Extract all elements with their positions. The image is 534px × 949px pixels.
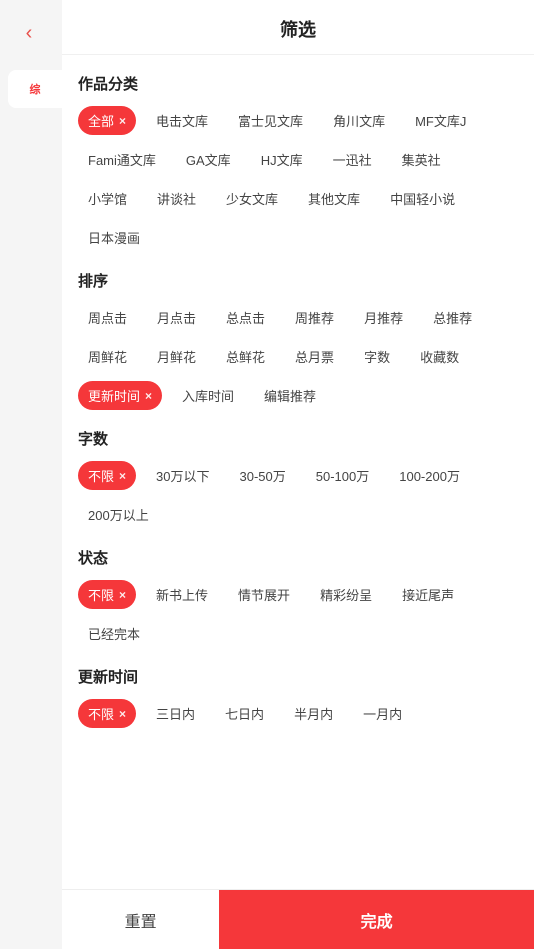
status-section: 状态 不限 × 新书上传 情节展开 精彩纷呈 接近尾声 已经完本: [78, 547, 518, 648]
tag-jiantan[interactable]: 讲谈社: [147, 184, 206, 213]
sort-wordcount[interactable]: 字数: [354, 342, 400, 371]
sort-week-flower[interactable]: 周鲜花: [78, 342, 137, 371]
done-button[interactable]: 完成: [219, 890, 534, 949]
wordcount-section: 字数 不限 × 30万以下 30-50万 50-100万 100-200万 20…: [78, 428, 518, 529]
sidebar-pill-label: 综: [30, 81, 41, 97]
sort-tags: 周点击 月点击 总点击 周推荐 月推荐 总推荐 周鲜花 月鲜花 总鲜花 总月票 …: [78, 303, 518, 410]
wc-30w[interactable]: 30万以下: [146, 461, 219, 490]
tag-kadokawa[interactable]: 角川文库: [323, 106, 395, 135]
status-title: 状态: [78, 547, 518, 568]
tag-hj[interactable]: HJ文库: [251, 145, 313, 174]
wc-200up[interactable]: 200万以上: [78, 500, 159, 529]
tag-qita[interactable]: 其他文库: [298, 184, 370, 213]
sidebar-pill[interactable]: 综: [8, 70, 62, 108]
wc-30-50[interactable]: 30-50万: [230, 461, 296, 490]
tag-jiying[interactable]: 集英社: [392, 145, 451, 174]
sort-total-flower[interactable]: 总鲜花: [216, 342, 275, 371]
back-button[interactable]: ‹: [14, 18, 44, 48]
sort-collect[interactable]: 收藏数: [410, 342, 469, 371]
wc-100-200[interactable]: 100-200万: [389, 461, 470, 490]
sort-update-time[interactable]: 更新时间 ×: [78, 381, 162, 410]
tag-manhua[interactable]: 日本漫画: [78, 223, 150, 252]
sort-month-recommend[interactable]: 月推荐: [354, 303, 413, 332]
sort-week-click[interactable]: 周点击: [78, 303, 137, 332]
tag-shaonv[interactable]: 少女文库: [216, 184, 288, 213]
sort-total-ticket[interactable]: 总月票: [285, 342, 344, 371]
sidebar: 综: [0, 0, 62, 949]
wc-unlimited[interactable]: 不限 ×: [78, 461, 136, 490]
tag-all[interactable]: 全部 ×: [78, 106, 136, 135]
status-exciting[interactable]: 精彩纷呈: [310, 580, 382, 609]
tag-zhongguo[interactable]: 中国轻小说: [380, 184, 465, 213]
main-panel: 筛选 作品分类 全部 × 电击文库 富士见文库 角川文库 MF文库J Fami通…: [62, 0, 534, 949]
wc-50-100[interactable]: 50-100万: [306, 461, 379, 490]
ut-unlimited[interactable]: 不限 ×: [78, 699, 136, 728]
tag-yixun[interactable]: 一迅社: [323, 145, 382, 174]
sort-total-click[interactable]: 总点击: [216, 303, 275, 332]
sort-section: 排序 周点击 月点击 总点击 周推荐 月推荐 总推荐 周鲜花 月鲜花 总鲜花 总…: [78, 270, 518, 410]
tag-fujimi[interactable]: 富士见文库: [228, 106, 313, 135]
ut-7days[interactable]: 七日内: [215, 699, 274, 728]
tag-mf[interactable]: MF文库J: [405, 106, 476, 135]
wordcount-tags: 不限 × 30万以下 30-50万 50-100万 100-200万 200万以…: [78, 461, 518, 529]
tag-ga[interactable]: GA文库: [176, 145, 241, 174]
reset-button[interactable]: 重置: [62, 890, 219, 949]
category-section: 作品分类 全部 × 电击文库 富士见文库 角川文库 MF文库J Fami通文库 …: [78, 73, 518, 252]
sort-total-recommend[interactable]: 总推荐: [423, 303, 482, 332]
status-unlimited[interactable]: 不限 ×: [78, 580, 136, 609]
update-time-tags: 不限 × 三日内 七日内 半月内 一月内: [78, 699, 518, 728]
category-title: 作品分类: [78, 73, 518, 94]
status-plot[interactable]: 情节展开: [228, 580, 300, 609]
update-time-title: 更新时间: [78, 666, 518, 687]
update-time-section: 更新时间 不限 × 三日内 七日内 半月内 一月内: [78, 666, 518, 728]
ut-halfmonth[interactable]: 半月内: [284, 699, 343, 728]
content-area: 作品分类 全部 × 电击文库 富士见文库 角川文库 MF文库J Fami通文库 …: [62, 55, 534, 889]
footer: 重置 完成: [62, 889, 534, 949]
status-ending[interactable]: 接近尾声: [392, 580, 464, 609]
tag-xiaoxue[interactable]: 小学馆: [78, 184, 137, 213]
status-tags: 不限 × 新书上传 情节展开 精彩纷呈 接近尾声 已经完本: [78, 580, 518, 648]
page-title: 筛选: [280, 16, 316, 42]
sort-title: 排序: [78, 270, 518, 291]
sort-month-flower[interactable]: 月鲜花: [147, 342, 206, 371]
header: 筛选: [62, 0, 534, 55]
sort-week-recommend[interactable]: 周推荐: [285, 303, 344, 332]
category-tags: 全部 × 电击文库 富士见文库 角川文库 MF文库J Fami通文库 GA文库 …: [78, 106, 518, 252]
status-complete[interactable]: 已经完本: [78, 619, 150, 648]
status-new[interactable]: 新书上传: [146, 580, 218, 609]
wordcount-title: 字数: [78, 428, 518, 449]
tag-fami[interactable]: Fami通文库: [78, 145, 166, 174]
ut-3days[interactable]: 三日内: [146, 699, 205, 728]
sort-editor[interactable]: 编辑推荐: [254, 381, 326, 410]
ut-1month[interactable]: 一月内: [353, 699, 412, 728]
tag-dianji[interactable]: 电击文库: [146, 106, 218, 135]
sort-month-click[interactable]: 月点击: [147, 303, 206, 332]
sort-import-time[interactable]: 入库时间: [172, 381, 244, 410]
